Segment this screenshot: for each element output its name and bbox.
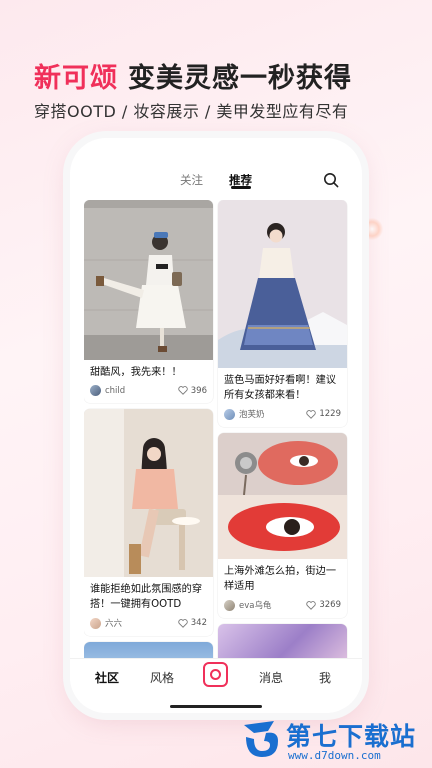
post-meta: 六六 342 [84, 612, 213, 636]
content-feed: 甜酷风，我先来！！ child 396 谁能拒绝如此氛围感的穿搭！一键拥有OOT… [84, 200, 348, 660]
avatar [224, 599, 235, 611]
figure-illustration [84, 409, 213, 577]
tab-follow[interactable]: 关注 [180, 172, 203, 188]
heart-icon [178, 386, 188, 395]
post-author[interactable]: child [90, 385, 125, 396]
makeup-illustration [218, 433, 347, 559]
promo-subtitle: 穿搭OOTD / 妆容展示 / 美甲发型应有尽有 [34, 102, 349, 121]
bottom-navigation: 社区 风格 消息 我 [70, 658, 362, 713]
post-author[interactable]: 泡芙奶 [224, 408, 265, 420]
post-image [218, 433, 347, 559]
like-number: 3269 [319, 600, 341, 610]
post-caption: 甜酷风，我先来！！ [90, 367, 182, 378]
like-count[interactable]: 1229 [306, 409, 341, 419]
nav-community[interactable]: 社区 [95, 669, 119, 686]
post-image [84, 200, 213, 360]
post-image [218, 200, 347, 368]
post-image [218, 624, 347, 660]
post-card[interactable]: 甜酷风，我先来！！ child 396 [84, 200, 213, 403]
like-number: 1229 [319, 409, 341, 419]
post-caption: 上海外滩怎么拍，街边一样适用 [224, 566, 337, 592]
like-number: 342 [190, 618, 207, 628]
avatar [224, 408, 235, 420]
nav-messages[interactable]: 消息 [259, 669, 283, 686]
like-number: 396 [190, 385, 207, 396]
d7down-logo-icon [244, 721, 278, 757]
post-caption: 蓝色马面好好看啊！建议所有女孩都来看！ [224, 375, 337, 401]
site-watermark: 第七下载站 www.d7down.com [240, 715, 430, 767]
post-author[interactable]: eva乌龟 [224, 599, 271, 611]
author-name: 泡芙奶 [239, 410, 265, 420]
like-count[interactable]: 342 [178, 618, 207, 628]
camera-icon [210, 669, 221, 680]
post-meta: child 396 [84, 380, 213, 403]
author-name: 六六 [105, 619, 123, 629]
search-icon[interactable] [323, 172, 339, 188]
watermark-name: 第七下载站 [286, 722, 417, 751]
brand-name: 新可颂 [34, 63, 118, 94]
like-count[interactable]: 396 [178, 386, 207, 396]
post-caption: 谁能拒绝如此氛围感的穿搭！一键拥有OOTD [90, 584, 203, 610]
post-card[interactable]: 上海外滩怎么拍，街边一样适用 eva乌龟 3269 [218, 433, 347, 618]
avatar [90, 385, 101, 396]
phone-mockup: 关注 推荐 甜酷风，我先来！！ child 396 谁能拒绝如此氛围感的穿搭！一… [70, 138, 362, 713]
heart-icon [306, 600, 317, 610]
figure-illustration [84, 200, 213, 360]
nav-me[interactable]: 我 [319, 669, 331, 686]
heart-icon [306, 409, 317, 419]
author-name: child [105, 385, 126, 396]
author-name: eva乌龟 [239, 601, 272, 611]
camera-button[interactable] [203, 662, 228, 687]
avatar [90, 617, 101, 629]
post-card[interactable]: 蓝色马面好好看啊！建议所有女孩都来看！ 泡芙奶 1229 [218, 200, 347, 427]
like-count[interactable]: 3269 [306, 600, 341, 610]
figure-illustration [218, 200, 347, 368]
top-tab-bar: 关注 推荐 [70, 138, 362, 189]
feed-column-left: 甜酷风，我先来！！ child 396 谁能拒绝如此氛围感的穿搭！一键拥有OOT… [84, 200, 213, 660]
home-indicator [170, 705, 262, 708]
headline-text: 变美灵感一秒获得 [128, 63, 352, 94]
watermark-url: www.d7down.com [288, 749, 381, 762]
post-meta: 泡芙奶 1229 [218, 403, 347, 427]
active-tab-indicator [231, 186, 251, 189]
post-image [84, 409, 213, 577]
post-card[interactable]: 谁能拒绝如此氛围感的穿搭！一键拥有OOTD 六六 342 [84, 409, 213, 636]
post-meta: eva乌龟 3269 [218, 594, 347, 618]
promo-headline: 新可颂 变美灵感一秒获得 [34, 56, 352, 95]
feed-column-right: 蓝色马面好好看啊！建议所有女孩都来看！ 泡芙奶 1229 上海外滩怎么拍，街边一… [218, 200, 347, 660]
heart-icon [178, 618, 188, 628]
post-author[interactable]: 六六 [90, 617, 122, 629]
nav-style[interactable]: 风格 [150, 669, 174, 686]
post-card[interactable] [218, 624, 347, 660]
